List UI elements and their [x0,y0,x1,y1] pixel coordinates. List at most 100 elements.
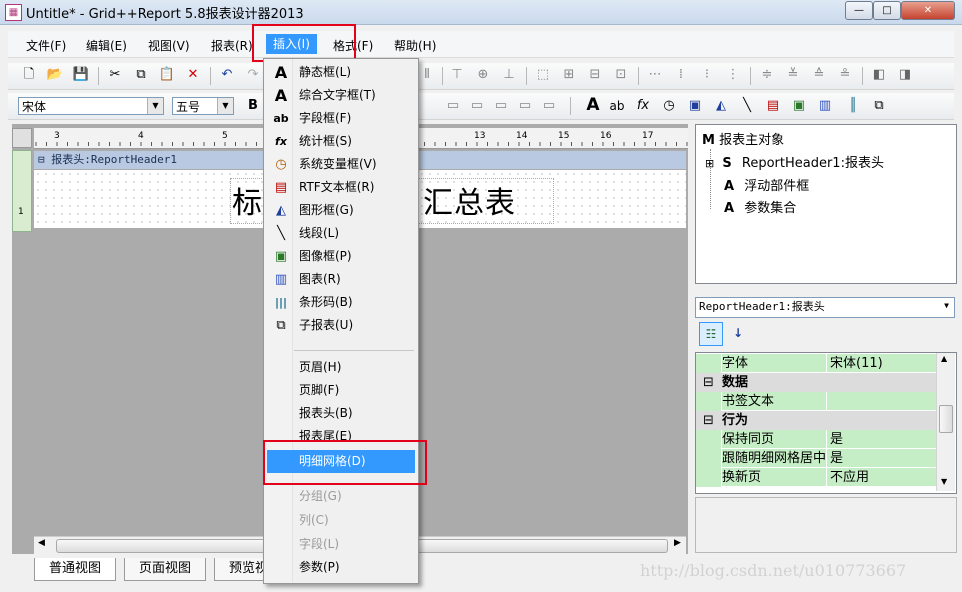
menu-item-shape-box[interactable]: ◭ 图形框(G) [267,199,415,222]
align-bottom-icon[interactable]: ⊥ [500,66,518,84]
space-decrease-icon[interactable]: ⁝ [698,66,716,84]
category-row[interactable]: ⊟ 数据 [696,373,936,392]
align-middle-icon[interactable]: ⊕ [474,66,492,84]
menu-item-picture-box[interactable]: ▣ 图像框(P) [267,245,415,268]
scroll-down-icon[interactable]: ▼ [941,477,947,486]
tab-page-view[interactable]: 页面视图 [124,558,207,581]
close-button[interactable]: ✕ [901,1,955,20]
menu-item-column[interactable]: 列(C) [267,509,415,532]
property-value[interactable]: 是 [827,449,939,467]
maximize-button[interactable]: □ [873,1,901,20]
tab-normal-view[interactable]: 普通视图 [34,558,117,581]
categorized-icon[interactable]: ☷ [699,322,723,346]
menu-item-report-header[interactable]: 报表头(B) [267,402,415,425]
space-horizontal-icon[interactable]: ⋯ [646,66,664,84]
bring-front-icon[interactable]: ◧ [870,66,888,84]
menu-item-system-var-box[interactable]: ◷ 系统变量框(V) [267,153,415,176]
menu-item-static-box[interactable]: A 静态框(L) [267,61,415,84]
menu-item-page-header[interactable]: 页眉(H) [267,356,415,379]
text-align-right-icon[interactable]: ▭ [492,97,510,115]
vspace-remove-icon[interactable]: ≗ [836,66,854,84]
space-increase-icon[interactable]: ⁞ [672,66,690,84]
redo-icon[interactable]: ↷ [244,66,262,84]
sort-az-icon[interactable]: ↓ [727,322,749,344]
space-remove-icon[interactable]: ⋮ [724,66,742,84]
category-row[interactable]: ⊟ 行为 [696,411,936,430]
menu-edit[interactable]: 编辑(E) [86,37,127,54]
menu-file[interactable]: 文件(F) [26,37,66,54]
new-file-icon[interactable]: 🗋 [20,66,38,84]
size-grid-icon[interactable]: ⊡ [612,66,630,84]
scroll-left-icon[interactable]: ◀ [38,538,45,548]
system-var-icon[interactable]: ◷ [660,97,678,115]
menu-item-subreport[interactable]: ⧉ 子报表(U) [267,314,415,337]
tree-item-parameters[interactable]: A 参数集合 [724,197,796,216]
property-row[interactable]: 保持同页 是 [696,430,939,449]
delete-icon[interactable]: ✕ [184,66,202,84]
send-back-icon[interactable]: ◨ [896,66,914,84]
font-name-combo[interactable]: 宋体 ▼ [18,97,164,115]
menu-item-memo-box[interactable]: A 综合文字框(T) [267,84,415,107]
tree-root[interactable]: M 报表主对象 [702,129,784,148]
property-row[interactable]: 跟随明细网格居中 是 [696,449,939,468]
property-row[interactable]: 书签文本 [696,392,939,411]
text-align-bottom-icon[interactable]: ▭ [540,97,558,115]
tree-item-report-header[interactable]: ⊞ S ReportHeader1:报表头 [705,152,884,171]
font-size-combo[interactable]: 五号 ▼ [172,97,234,115]
undo-icon[interactable]: ↶ [218,66,236,84]
vspace-increase-icon[interactable]: ≚ [784,66,802,84]
rtf-box-icon[interactable]: ▤ [764,97,782,115]
menu-item-summary-box[interactable]: fx 统计框(S) [267,130,415,153]
barcode-icon[interactable]: ║ [844,97,862,115]
menu-item-group[interactable]: 分组(G) [267,485,415,508]
minimize-button[interactable]: — [845,1,873,20]
align-top-icon[interactable]: ⊤ [448,66,466,84]
same-width-icon[interactable]: ⬚ [534,66,552,84]
chart-icon[interactable]: ▥ [816,97,834,115]
subreport-icon[interactable]: ⧉ [870,97,888,115]
menu-item-line[interactable]: ╲ 线段(L) [267,222,415,245]
expand-icon[interactable]: ⊞ [705,157,714,170]
save-icon[interactable]: 💾 [72,66,90,84]
menu-report[interactable]: 报表(R) [211,37,253,54]
property-value[interactable]: 不应用 [827,468,939,486]
property-row[interactable]: 字体 宋体(11) [696,354,939,373]
collapse-icon[interactable]: ⊟ [696,411,721,430]
scroll-up-icon[interactable]: ▲ [941,354,947,363]
field-box-icon[interactable]: ab [608,97,626,115]
static-box-icon[interactable]: A [584,96,602,114]
property-row[interactable]: 换新页 不应用 [696,468,939,487]
open-folder-icon[interactable]: 📂 [46,66,64,84]
bold-button[interactable]: B [244,97,262,115]
line-icon[interactable]: ╲ [738,97,756,115]
menu-item-page-footer[interactable]: 页脚(F) [267,379,415,402]
property-value[interactable] [827,392,939,410]
property-value[interactable]: 是 [827,430,939,448]
text-align-left-icon[interactable]: ▭ [444,97,462,115]
tree-item-floating-parts[interactable]: A 浮动部件框 [724,175,809,194]
object-selector[interactable]: ReportHeader1:报表头 ▼ [695,297,955,318]
summary-box-icon[interactable]: fx [634,97,652,115]
vspace-equal-icon[interactable]: ≑ [758,66,776,84]
vspace-decrease-icon[interactable]: ≙ [810,66,828,84]
align-icon[interactable]: ⫴ [418,66,436,84]
memo-box-icon[interactable]: ▣ [686,97,704,115]
text-align-center-icon[interactable]: ▭ [468,97,486,115]
cut-icon[interactable]: ✂ [106,66,124,84]
property-scrollbar[interactable]: ▲ ▼ [936,353,955,491]
menu-item-barcode[interactable]: ||| 条形码(B) [267,291,415,314]
text-align-top-icon[interactable]: ▭ [516,97,534,115]
property-value[interactable]: 宋体(11) [827,354,939,372]
menu-help[interactable]: 帮助(H) [394,37,436,54]
menu-view[interactable]: 视图(V) [148,37,190,54]
scroll-right-icon[interactable]: ▶ [674,538,681,548]
same-size-icon[interactable]: ⊟ [586,66,604,84]
menu-item-parameter[interactable]: 参数(P) [267,556,415,579]
menu-item-field-box[interactable]: ab 字段框(F) [267,107,415,130]
menu-item-chart[interactable]: ▥ 图表(R) [267,268,415,291]
collapse-icon[interactable]: ⊟ [38,153,45,166]
shape-box-icon[interactable]: ◭ [712,97,730,115]
scroll-thumb[interactable] [939,405,953,433]
picture-box-icon[interactable]: ▣ [790,97,808,115]
same-height-icon[interactable]: ⊞ [560,66,578,84]
